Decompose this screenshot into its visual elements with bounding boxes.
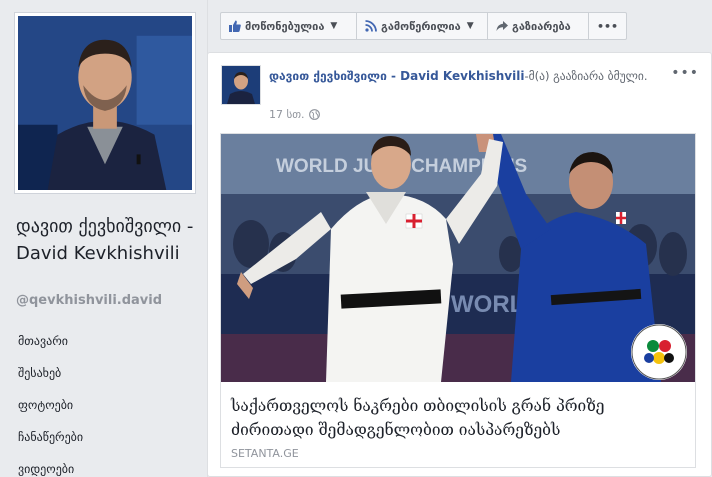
post-timestamp[interactable]: 17 სთ. [269,108,320,121]
post-author-name[interactable]: დავით ქევხიშვილი - David Kevkhishvili [269,69,524,83]
share-button[interactable]: გაზიარება [488,13,589,39]
link-preview-title[interactable]: საქართველოს ნაკრები თბილისის გრან პრიზე … [231,394,681,442]
post-time-text: 17 სთ. [269,108,305,121]
page-name[interactable]: დავით ქევხიშვილი - David Kevkhishvili [16,213,196,267]
link-preview[interactable]: WORLD JUDO CHAMPIONS WORLD [220,133,696,468]
page-action-bar: მოწონებულია ▼ გამოწერილია ▼ გაზიარება ••… [220,12,627,40]
share-arrow-icon [496,21,508,31]
nav-item-home[interactable]: მთავარი [0,327,207,359]
more-dots-icon: ••• [596,19,619,33]
caret-down-icon: ▼ [330,21,338,31]
globe-icon [308,109,320,120]
profile-photo-image [18,16,192,190]
page-nav: მთავარი შესახებ ფოტოები ჩანაწერები ვიდეო… [0,327,207,477]
post-shared-text: -მ(ა) გააზიარა ბმული. [524,69,648,83]
more-options-button[interactable]: ••• [589,13,626,39]
thumbs-up-icon [229,20,241,32]
caret-down-icon: ▼ [466,21,474,31]
left-column: დავით ქევხიშვილი - David Kevkhishvili @q… [0,0,207,477]
post-card: დავით ქევხიშვილი - David Kevkhishvili-მ(… [207,52,712,477]
post-options-menu[interactable]: ••• [671,65,699,81]
following-button-label: გამოწერილია [381,19,461,33]
profile-picture[interactable] [14,12,196,194]
avatar-image [222,66,260,104]
nav-item-about[interactable]: შესახებ [0,359,207,391]
nav-item-videos[interactable]: ვიდეოები [0,455,207,477]
post-author-avatar[interactable] [221,65,261,105]
share-button-label: გაზიარება [512,19,571,33]
liked-button[interactable]: მოწონებულია ▼ [221,13,357,39]
nav-item-photos[interactable]: ფოტოები [0,391,207,423]
following-button[interactable]: გამოწერილია ▼ [357,13,488,39]
page-handle[interactable]: @qevkhishvili.david [16,293,162,308]
rss-feed-icon [365,20,377,32]
post-header: დავით ქევხიშვილი - David Kevkhishvili-მ(… [269,67,669,85]
link-preview-image[interactable]: WORLD JUDO CHAMPIONS WORLD [221,134,695,382]
nav-item-posts[interactable]: ჩანაწერები [0,423,207,455]
liked-button-label: მოწონებულია [245,19,325,33]
ijf-logo [631,324,687,380]
link-preview-domain: SETANTA.GE [231,447,299,460]
